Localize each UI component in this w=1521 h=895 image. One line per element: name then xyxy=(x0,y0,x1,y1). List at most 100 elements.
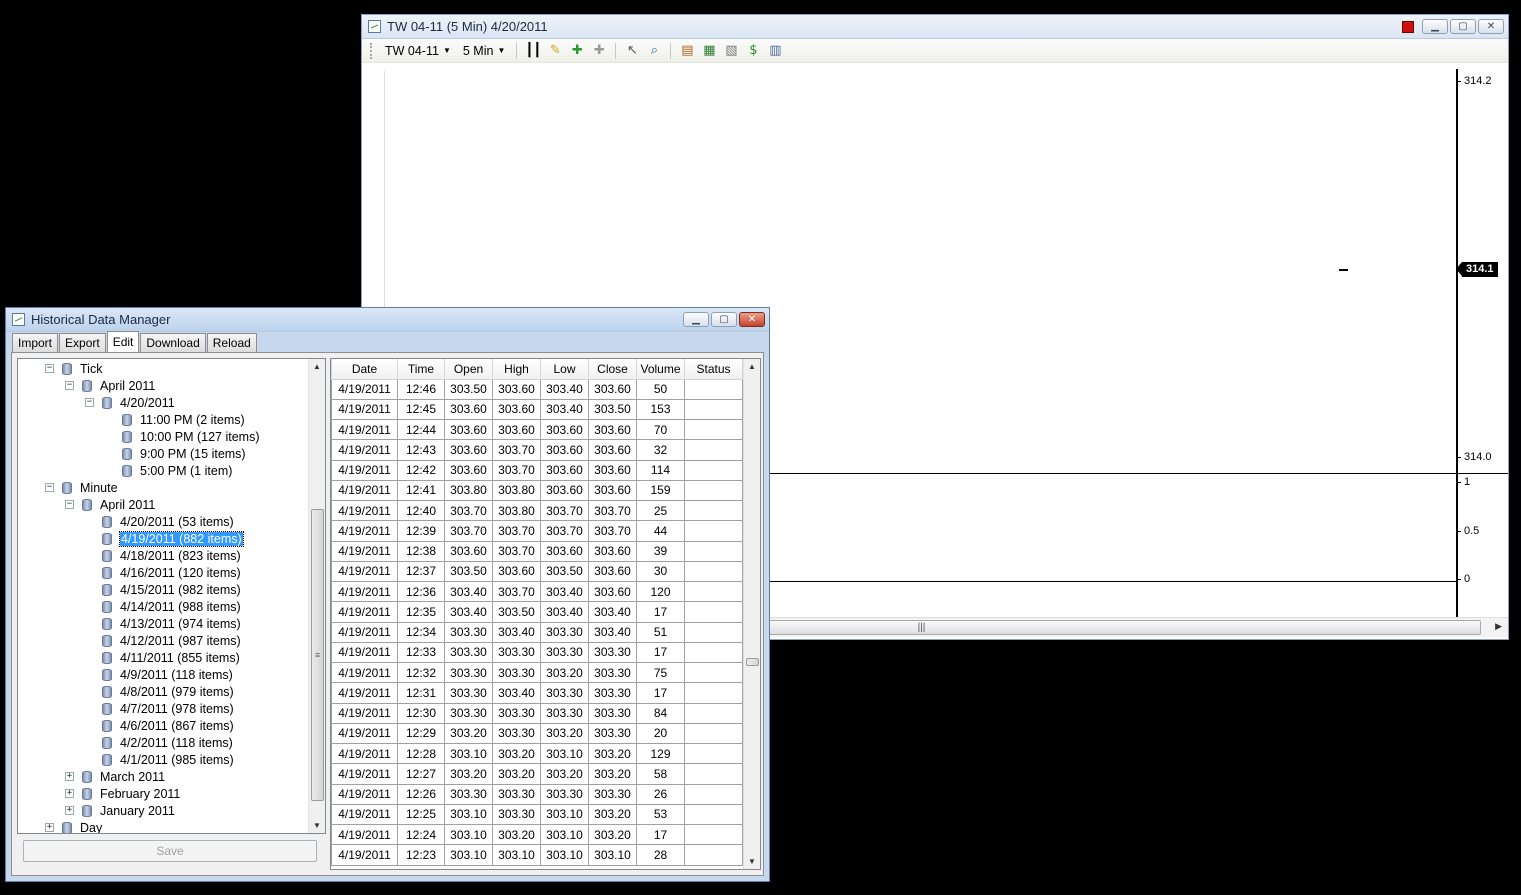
grid-cell[interactable]: 303.10 xyxy=(540,844,589,866)
grid-cell[interactable]: 303.30 xyxy=(588,722,637,745)
grid-cell[interactable] xyxy=(684,540,743,562)
tree-node[interactable]: 4/19/2011 (882 items) xyxy=(102,530,244,547)
tree-node[interactable]: − April 2011 xyxy=(65,377,155,394)
tree-node[interactable]: + February 2011 xyxy=(65,785,180,802)
collapse-icon[interactable]: − xyxy=(45,364,54,373)
grid-cell[interactable]: 17 xyxy=(636,682,685,704)
grid-cell[interactable]: 303.60 xyxy=(444,459,493,481)
grid-cell[interactable]: 303.10 xyxy=(444,803,493,826)
tree-node[interactable]: − Minute xyxy=(45,479,118,496)
grid-cell[interactable]: 303.60 xyxy=(492,418,541,441)
minimize-button[interactable]: ▁ xyxy=(1422,19,1448,34)
close-button[interactable]: ✕ xyxy=(1478,19,1504,34)
cursor-select-icon[interactable]: ↖ xyxy=(623,42,641,60)
tree-node[interactable]: 4/2/2011 (118 items) xyxy=(102,734,233,751)
tree-node[interactable]: 4/7/2011 (978 items) xyxy=(102,700,234,717)
grid-cell[interactable]: 303.10 xyxy=(588,844,637,866)
grid-cell[interactable]: 303.10 xyxy=(444,823,493,846)
grid-cell[interactable]: 303.30 xyxy=(588,661,637,684)
grid-cell[interactable]: 39 xyxy=(636,540,685,562)
grid-cell[interactable]: 303.20 xyxy=(588,763,637,785)
grid-cell[interactable]: 303.10 xyxy=(444,844,493,866)
grid-cell[interactable]: 303.10 xyxy=(540,823,589,846)
grid-cell[interactable]: 12:27 xyxy=(397,763,445,785)
grid-cell[interactable]: 303.20 xyxy=(492,742,541,765)
tree-node[interactable]: 4/14/2011 (988 items) xyxy=(102,598,241,615)
save-button[interactable]: Save xyxy=(23,840,317,862)
grid-cell[interactable]: 303.50 xyxy=(444,378,493,400)
grid-cell[interactable]: 4/19/2011 xyxy=(331,418,398,441)
tree-node[interactable]: 4/15/2011 (982 items) xyxy=(102,581,241,598)
grid-cell[interactable]: 303.30 xyxy=(492,722,541,745)
grid-cell[interactable]: 12:24 xyxy=(397,823,445,846)
tab-edit[interactable]: Edit xyxy=(106,331,140,352)
grid-cell[interactable]: 303.30 xyxy=(540,641,589,664)
grid-cell[interactable]: 12:39 xyxy=(397,520,445,542)
grid-cell[interactable]: 120 xyxy=(636,580,685,603)
grid-cell[interactable] xyxy=(684,682,743,704)
bar-type-icon[interactable]: ┃┃ xyxy=(524,42,542,60)
grid-cell[interactable]: 303.70 xyxy=(540,499,589,522)
grid-cell[interactable] xyxy=(684,661,743,684)
grid-cell[interactable]: 303.70 xyxy=(492,520,541,542)
grid-cell[interactable]: 303.60 xyxy=(588,479,637,502)
grid-cell[interactable]: 4/19/2011 xyxy=(331,823,398,846)
table-row[interactable]: 4/19/2011 12:38 303.60 303.70 303.60 303.60 39 xyxy=(331,540,743,562)
table-row[interactable]: 4/19/2011 12:25 303.10 303.30 303.10 303.20 53 xyxy=(331,803,743,826)
grid-cell[interactable]: 303.70 xyxy=(492,580,541,603)
hdm-titlebar[interactable]: Historical Data Manager ▁ ▢ ✕ xyxy=(6,308,769,332)
grid-cell[interactable]: 28 xyxy=(636,844,685,866)
grid-cell[interactable]: 51 xyxy=(636,621,685,643)
expand-icon[interactable]: + xyxy=(65,806,74,815)
table-row[interactable]: 4/19/2011 12:26 303.30 303.30 303.30 303.30 26 xyxy=(331,783,743,805)
data-tree[interactable]: + Day + January 2011 + February 2011 + March 20… xyxy=(17,358,326,834)
tree-node[interactable]: 10:00 PM (127 items) xyxy=(122,428,260,445)
grid-cell[interactable]: 303.60 xyxy=(540,459,589,481)
grid-cell[interactable]: 303.40 xyxy=(444,580,493,603)
grid-cell[interactable]: 12:25 xyxy=(397,803,445,826)
grid-cell[interactable] xyxy=(684,601,743,623)
layout-icon[interactable]: ▥ xyxy=(766,42,784,60)
grid-cell[interactable]: 129 xyxy=(636,742,685,765)
grid-cell[interactable]: 303.30 xyxy=(540,702,589,724)
grid-cell[interactable]: 303.60 xyxy=(540,479,589,502)
grid-cell[interactable]: 303.30 xyxy=(588,702,637,724)
grid-cell[interactable]: 17 xyxy=(636,601,685,623)
tree-node[interactable]: 11:00 PM (2 items) xyxy=(122,411,245,428)
table-row[interactable]: 4/19/2011 12:29 303.20 303.30 303.20 303.30 20 xyxy=(331,722,743,745)
column-header[interactable]: High xyxy=(492,359,541,380)
grid-cell[interactable]: 303.60 xyxy=(588,378,637,400)
grid-cell[interactable] xyxy=(684,844,743,866)
grid-cell[interactable]: 4/19/2011 xyxy=(331,763,398,785)
grid-cell[interactable]: 303.30 xyxy=(540,682,589,704)
grid-cell[interactable]: 303.30 xyxy=(444,783,493,805)
grid-cell[interactable] xyxy=(684,783,743,805)
grid-cell[interactable]: 50 xyxy=(636,378,685,400)
grid-cell[interactable]: 303.20 xyxy=(492,763,541,785)
table-row[interactable]: 4/19/2011 12:36 303.40 303.70 303.40 303.60 12… xyxy=(331,580,743,603)
table-row[interactable]: 4/19/2011 12:24 303.10 303.20 303.10 303.20 17 xyxy=(331,823,743,846)
grid-cell[interactable]: 303.50 xyxy=(588,398,637,421)
table-row[interactable]: 4/19/2011 12:39 303.70 303.70 303.70 303.70 44 xyxy=(331,520,743,542)
close-button[interactable]: ✕ xyxy=(739,312,765,327)
grid-cell[interactable]: 303.20 xyxy=(588,742,637,765)
grid-cell[interactable] xyxy=(684,803,743,826)
table-row[interactable]: 4/19/2011 12:46 303.50 303.60 303.40 303.60 50 xyxy=(331,378,743,400)
grid-cell[interactable]: 17 xyxy=(636,823,685,846)
column-header[interactable]: Low xyxy=(540,359,589,380)
grid-cell[interactable]: 303.60 xyxy=(444,439,493,461)
grid-cell[interactable]: 303.60 xyxy=(540,540,589,562)
grid-cell[interactable]: 303.40 xyxy=(588,601,637,623)
tab-import[interactable]: Import xyxy=(12,333,59,352)
toolbar-grip[interactable] xyxy=(370,42,373,59)
grid-cell[interactable]: 12:40 xyxy=(397,499,445,522)
table-row[interactable]: 4/19/2011 12:32 303.30 303.30 303.20 303.30 75 xyxy=(331,661,743,684)
grid-cell[interactable]: 303.30 xyxy=(492,702,541,724)
grid-cell[interactable]: 303.30 xyxy=(588,783,637,805)
grid-cell[interactable] xyxy=(684,398,743,421)
grid-cell[interactable]: 303.40 xyxy=(444,601,493,623)
tree-node[interactable]: 4/9/2011 (118 items) xyxy=(102,666,233,683)
grid-cell[interactable]: 303.70 xyxy=(492,439,541,461)
column-header[interactable]: Time xyxy=(397,359,445,380)
tab-reload[interactable]: Reload xyxy=(206,333,257,352)
